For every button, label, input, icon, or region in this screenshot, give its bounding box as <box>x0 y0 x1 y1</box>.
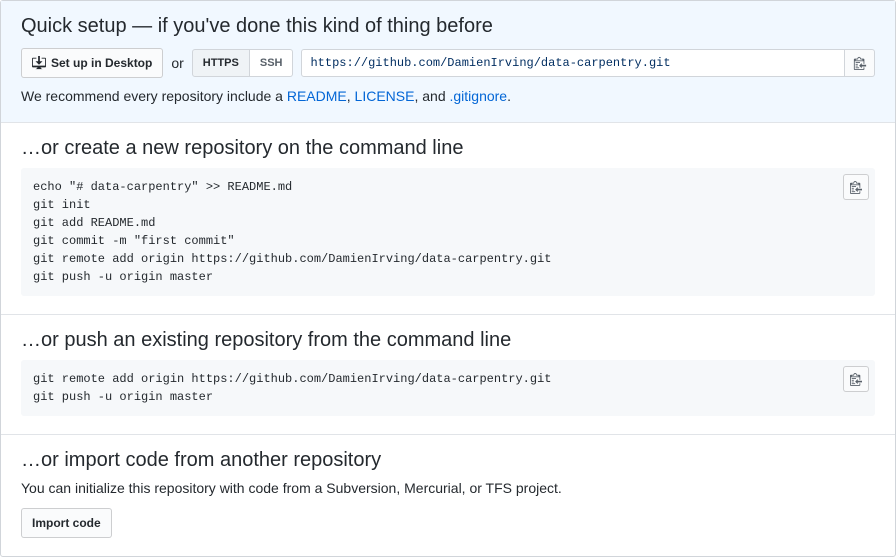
import-desc: You can initialize this repository with … <box>21 480 875 496</box>
clipboard-icon <box>850 372 862 386</box>
create-codeblock-wrap: echo "# data-carpentry" >> README.md git… <box>21 168 875 296</box>
import-section: …or import code from another repository … <box>1 435 895 556</box>
recommendation-line: We recommend every repository include a … <box>21 88 875 104</box>
readme-link[interactable]: README <box>287 88 347 104</box>
push-codeblock[interactable]: git remote add origin https://github.com… <box>21 360 875 416</box>
copy-create-button[interactable] <box>843 174 869 200</box>
push-repo-section: …or push an existing repository from the… <box>1 315 895 435</box>
clipboard-icon <box>853 56 867 70</box>
import-title: …or import code from another repository <box>21 449 875 472</box>
copy-push-button[interactable] <box>843 366 869 392</box>
clone-url-wrap <box>301 49 875 77</box>
quick-setup-title: Quick setup — if you've done this kind o… <box>21 15 875 38</box>
tab-ssh[interactable]: SSH <box>250 49 294 77</box>
create-repo-section: …or create a new repository on the comma… <box>1 123 895 315</box>
copy-url-button[interactable] <box>845 49 875 77</box>
desktop-download-icon <box>32 56 46 70</box>
clipboard-icon <box>850 180 862 194</box>
empty-repo-box: Quick setup — if you've done this kind o… <box>0 0 896 557</box>
create-codeblock[interactable]: echo "# data-carpentry" >> README.md git… <box>21 168 875 296</box>
clone-row: Set up in Desktop or HTTPS SSH <box>21 48 875 78</box>
create-repo-title: …or create a new repository on the comma… <box>21 137 875 160</box>
protocol-tabs: HTTPS SSH <box>192 49 294 77</box>
push-codeblock-wrap: git remote add origin https://github.com… <box>21 360 875 416</box>
gitignore-link[interactable]: .gitignore <box>450 88 508 104</box>
license-link[interactable]: LICENSE <box>355 88 415 104</box>
setup-in-desktop-button[interactable]: Set up in Desktop <box>21 48 163 78</box>
tab-https[interactable]: HTTPS <box>192 49 250 77</box>
or-text: or <box>171 55 183 71</box>
import-code-label: Import code <box>32 513 101 533</box>
quick-setup-section: Quick setup — if you've done this kind o… <box>1 1 895 123</box>
clone-url-input[interactable] <box>301 49 845 77</box>
setup-in-desktop-label: Set up in Desktop <box>51 53 152 73</box>
push-repo-title: …or push an existing repository from the… <box>21 329 875 352</box>
import-code-button[interactable]: Import code <box>21 508 112 538</box>
